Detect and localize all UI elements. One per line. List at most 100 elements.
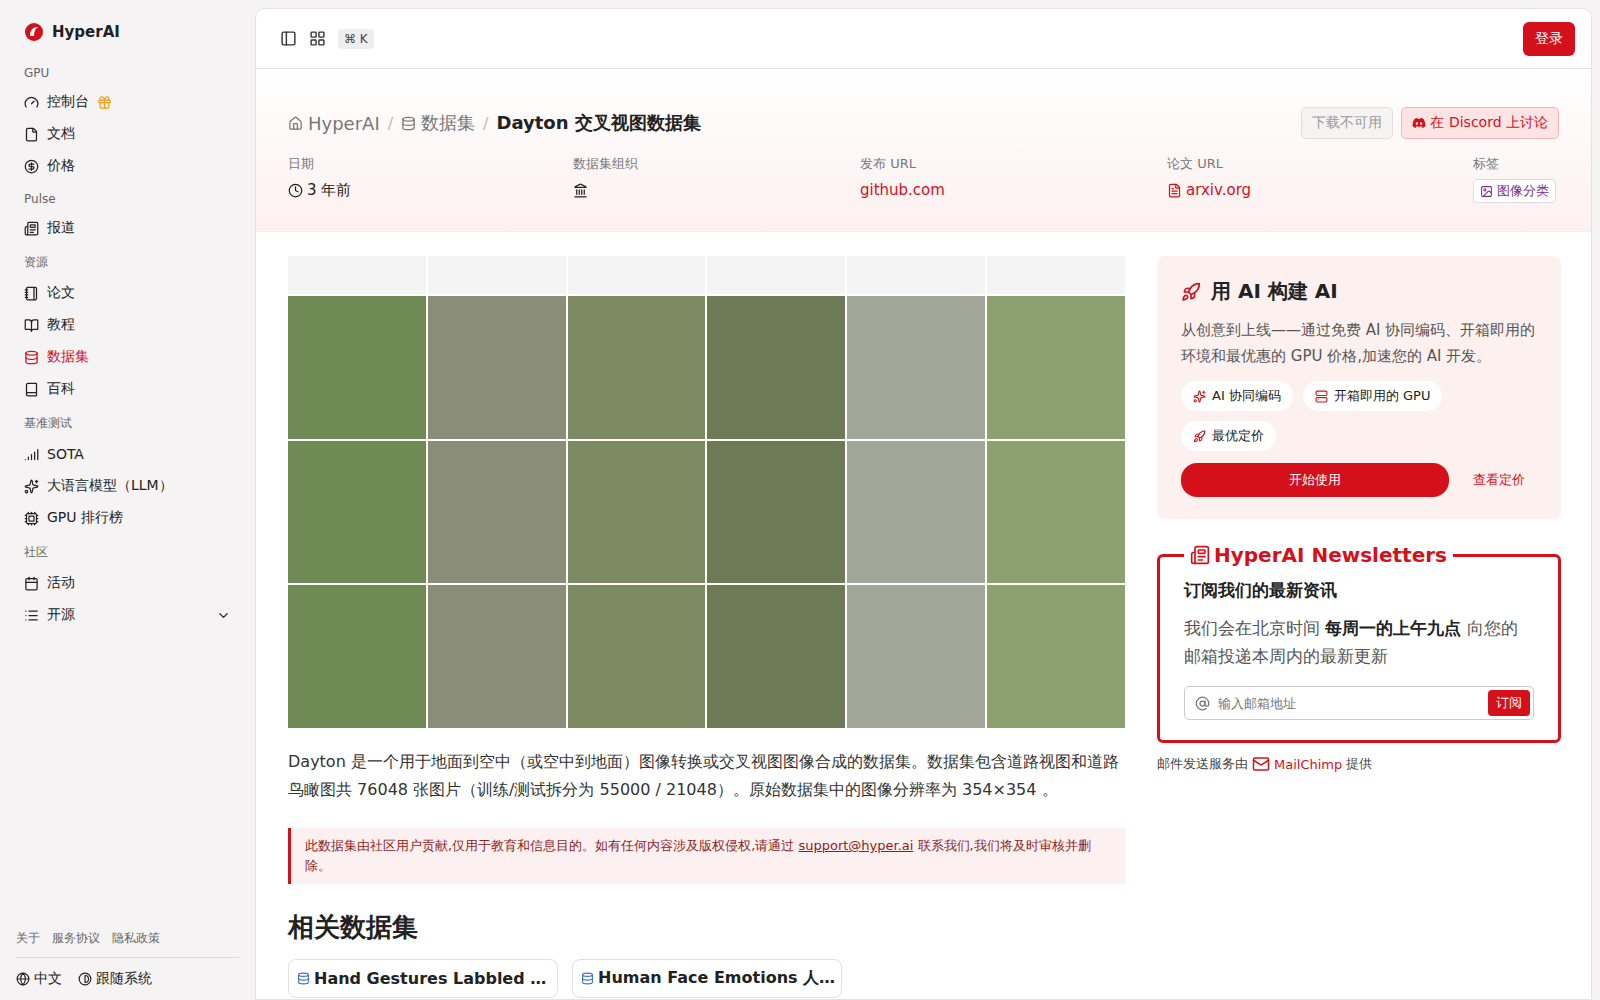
- sidebar-section: 基准测试SOTA大语言模型（LLM）GPU 排行榜: [16, 405, 239, 534]
- breadcrumb-separator: /: [388, 114, 393, 133]
- footer-links: 关于服务协议隐私政策: [16, 922, 239, 958]
- sidebar-item[interactable]: 报道: [16, 212, 239, 244]
- organization-icon: [573, 183, 588, 198]
- home-icon: [288, 116, 303, 131]
- meta-cell: 发布 URLgithub.com: [860, 155, 1167, 203]
- breadcrumb[interactable]: HyperAI: [288, 113, 380, 134]
- mailchimp-link[interactable]: MailChimp: [1274, 757, 1342, 772]
- toggle-sidebar-button[interactable]: [280, 30, 297, 47]
- meta-value[interactable]: github.com: [860, 179, 1167, 201]
- support-email-link[interactable]: support@hyper.ai: [798, 838, 913, 853]
- promo-buttons: 开始使用 查看定价: [1181, 463, 1537, 497]
- sidebar-item[interactable]: 开源: [16, 599, 239, 631]
- footer-link[interactable]: 服务协议: [52, 930, 100, 947]
- newspaper-icon: [1190, 545, 1210, 565]
- dataset-header: HyperAI/数据集/Dayton 交叉视图数据集下载不可用在 Discord…: [256, 69, 1591, 232]
- paper-icon: [1167, 183, 1182, 198]
- logo[interactable]: HyperAI: [16, 18, 239, 56]
- mail-provider: 邮件发送服务由 MailChimp 提供: [1157, 755, 1561, 773]
- pricing-link[interactable]: 查看定价: [1473, 471, 1525, 489]
- subscribe-button[interactable]: 订阅: [1488, 690, 1530, 716]
- nav-icon: [24, 318, 39, 333]
- login-button[interactable]: 登录: [1523, 22, 1575, 56]
- sidebar-item[interactable]: GPU 排行榜: [16, 502, 239, 534]
- feature-icon: [1193, 430, 1206, 443]
- sidebar-item[interactable]: 文档: [16, 118, 239, 150]
- feature-chip: 最优定价: [1181, 421, 1276, 451]
- sidebar-item[interactable]: 控制台: [16, 86, 239, 118]
- database-icon: [581, 972, 594, 985]
- sidebar-item[interactable]: 大语言模型（LLM）: [16, 470, 239, 502]
- language-switch[interactable]: 中文: [16, 970, 62, 988]
- breadcrumb: Dayton 交叉视图数据集: [497, 111, 701, 135]
- sidebar-item[interactable]: 价格: [16, 150, 239, 182]
- meta-grid: 日期3 年前数据集组织发布 URLgithub.com论文 URLarxiv.o…: [288, 155, 1559, 203]
- meta-value: [573, 179, 860, 201]
- command-button[interactable]: [309, 30, 326, 47]
- right-column: 用 AI 构建 AI从创意到上线——通过免费 AI 协同编码、开箱即用的环境和最…: [1157, 256, 1561, 998]
- section-title: Pulse: [16, 182, 239, 212]
- start-button[interactable]: 开始使用: [1181, 463, 1449, 497]
- footer-link[interactable]: 隐私政策: [112, 930, 160, 947]
- clock-icon: [288, 183, 303, 198]
- page: HyperAIGPU控制台文档价格Pulse报道资源论文教程数据集百科基准测试S…: [0, 0, 1600, 1000]
- footer-link[interactable]: 关于: [16, 930, 40, 947]
- sidebar-section: Pulse报道: [16, 182, 239, 244]
- sidebar-item[interactable]: 百科: [16, 373, 239, 405]
- related-title: 相关数据集: [288, 910, 1125, 945]
- content: Dayton 是一个用于地面到空中（或空中到地面）图像转换或交叉视图图像合成的数…: [256, 232, 1591, 1000]
- breadcrumb[interactable]: 数据集: [401, 111, 475, 135]
- promo-title: 用 AI 构建 AI: [1181, 278, 1537, 305]
- meta-cell: 标签图像分类: [1473, 155, 1559, 203]
- chevron-icon[interactable]: [216, 608, 231, 623]
- meta-value: 3 年前: [288, 179, 573, 201]
- meta-cell: 日期 3 年前: [288, 155, 573, 203]
- sidebar-item[interactable]: 活动: [16, 567, 239, 599]
- description: Dayton 是一个用于地面到空中（或空中到地面）图像转换或交叉视图图像合成的数…: [288, 748, 1125, 804]
- rocket-icon: [1181, 282, 1201, 302]
- header-actions: 下载不可用在 Discord 上讨论: [1301, 107, 1559, 139]
- email-input[interactable]: [1216, 695, 1482, 712]
- sidebar-item[interactable]: SOTA: [16, 438, 239, 470]
- related-card[interactable]: Human Face Emotions 人…: [572, 959, 842, 998]
- meta-label: 日期: [288, 155, 573, 173]
- sidebar-item[interactable]: 数据集: [16, 341, 239, 373]
- gift-icon: [97, 95, 112, 110]
- meta-value[interactable]: arxiv.org: [1167, 179, 1473, 201]
- nav-icon: [24, 608, 39, 623]
- logo-icon: [24, 22, 44, 42]
- newsletter-heading: 订阅我们的最新资讯: [1184, 579, 1534, 602]
- nav-icon: [24, 576, 39, 591]
- sidebar-section: GPU控制台文档价格: [16, 56, 239, 182]
- left-column: Dayton 是一个用于地面到空中（或空中到地面）图像转换或交叉视图图像合成的数…: [288, 256, 1125, 998]
- action-button[interactable]: 在 Discord 上讨论: [1401, 107, 1559, 139]
- meta-label: 数据集组织: [573, 155, 860, 173]
- notice: 此数据集由社区用户贡献,仅用于教育和信息目的。如有任何内容涉及版权侵权,请通过 …: [288, 828, 1125, 884]
- database-icon: [297, 972, 310, 985]
- database-icon: [401, 116, 416, 131]
- globe-icon: [16, 972, 30, 986]
- related-card[interactable]: Hand Gestures Labbled …: [288, 959, 558, 998]
- discord-icon: [1412, 116, 1426, 130]
- newsletter-title: HyperAI Newsletters: [1184, 543, 1453, 567]
- feature-chip: 开箱即用的 GPU: [1303, 381, 1443, 411]
- meta-value: 图像分类: [1473, 179, 1559, 203]
- main-wrap: ⌘ K登录HyperAI/数据集/Dayton 交叉视图数据集下载不可用在 Di…: [255, 0, 1600, 1000]
- tag[interactable]: 图像分类: [1473, 179, 1556, 203]
- newsletter-text: 我们会在北京时间 每周一的上午九点 向您的邮箱投递本周内的最新更新: [1184, 614, 1534, 670]
- action-button: 下载不可用: [1301, 107, 1393, 139]
- sidebar-section: 社区活动开源: [16, 534, 239, 631]
- breadcrumb-row: HyperAI/数据集/Dayton 交叉视图数据集下载不可用在 Discord…: [288, 107, 1559, 139]
- shortcut-key: ⌘ K: [338, 29, 374, 49]
- topbar: ⌘ K 登录: [256, 9, 1591, 69]
- mail-icon: [1252, 755, 1270, 773]
- related-list: Hand Gestures Labbled … Human Face Emotio…: [288, 959, 1125, 998]
- sidebar-item[interactable]: 论文: [16, 277, 239, 309]
- email-field: 订阅: [1184, 686, 1534, 720]
- theme-switch[interactable]: 跟随系统: [78, 970, 152, 988]
- nav-icon: [24, 350, 39, 365]
- sidebar-item[interactable]: 教程: [16, 309, 239, 341]
- nav-icon: [24, 479, 39, 494]
- feature-icon: [1315, 390, 1328, 403]
- main: ⌘ K登录HyperAI/数据集/Dayton 交叉视图数据集下载不可用在 Di…: [255, 8, 1592, 1000]
